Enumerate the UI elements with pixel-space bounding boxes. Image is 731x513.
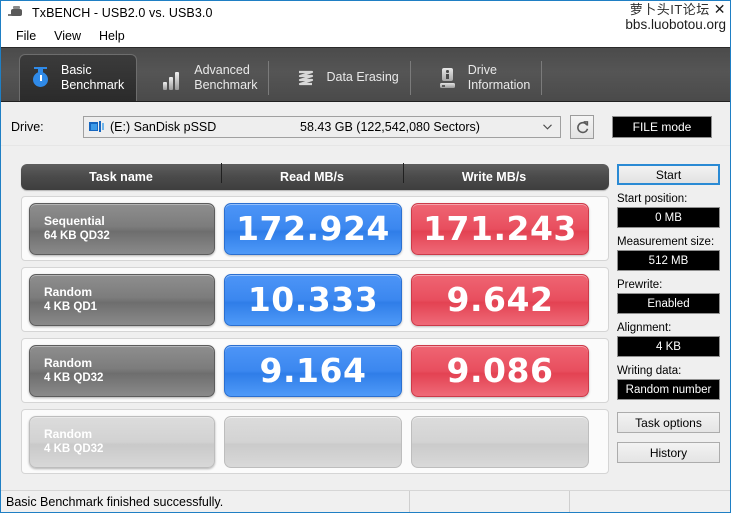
- start-position-value[interactable]: 0 MB: [617, 207, 720, 228]
- table-header-row: Task name Read MB/s Write MB/s: [21, 163, 609, 190]
- task-name-line2: 4 KB QD1: [44, 300, 98, 313]
- write-value: 9.086: [411, 344, 589, 397]
- menu-item-help[interactable]: Help: [90, 27, 134, 45]
- drive-label: Drive:: [11, 120, 44, 134]
- write-value: 171.243: [411, 202, 589, 255]
- table-row[interactable]: Random 4 KB QD1 10.333 9.642: [21, 267, 609, 332]
- window-title: TxBENCH - USB2.0 vs. USB3.0: [32, 6, 213, 20]
- tab-data-erasing[interactable]: Data Erasing: [285, 55, 411, 101]
- tab-drive-information[interactable]: Drive Information: [427, 55, 543, 101]
- options-panel: Start Start position: 0 MB Measurement s…: [617, 164, 720, 463]
- start-button[interactable]: Start: [617, 164, 720, 185]
- usb-plug-icon: [8, 5, 26, 21]
- txbench-window: TxBENCH - USB2.0 vs. USB3.0 萝卜头IT论坛 ✕ bbs…: [0, 0, 731, 513]
- read-value: 9.164: [224, 344, 402, 397]
- chevron-down-icon: [543, 124, 552, 130]
- table-row[interactable]: Random 4 KB QD32: [21, 409, 609, 474]
- task-cell[interactable]: Random 4 KB QD32: [29, 344, 215, 397]
- alignment-label: Alignment:: [617, 322, 672, 334]
- table-row[interactable]: Sequential 64 KB QD32 172.924 171.243: [21, 196, 609, 261]
- writing-data-label: Writing data:: [617, 365, 682, 377]
- write-value: 9.642: [411, 273, 589, 326]
- task-name-line2: 4 KB QD32: [44, 442, 104, 455]
- status-pane-tertiary: [570, 491, 730, 512]
- read-value: 172.924: [224, 202, 402, 255]
- status-message: Basic Benchmark finished successfully.: [1, 491, 410, 512]
- tab-basic-benchmark[interactable]: Basic Benchmark: [19, 54, 138, 101]
- bar-chart-icon: [163, 66, 185, 90]
- column-header-task-name: Task name: [89, 170, 153, 184]
- read-value: 10.333: [224, 273, 402, 326]
- drive-capacity: 58.43 GB (122,542,080 Sectors): [300, 120, 480, 134]
- task-cell[interactable]: Random 4 KB QD32: [29, 415, 215, 468]
- table-row[interactable]: Random 4 KB QD32 9.164 9.086: [21, 338, 609, 403]
- refresh-drive-button[interactable]: [570, 115, 594, 139]
- measurement-size-label: Measurement size:: [617, 236, 715, 248]
- read-value: [224, 415, 402, 468]
- task-name-line1: Sequential: [44, 213, 105, 228]
- status-bar: Basic Benchmark finished successfully.: [1, 490, 730, 512]
- drive-name: (E:) SanDisk pSSD: [110, 120, 217, 134]
- stopwatch-icon: [30, 66, 52, 90]
- tab-label-basic-benchmark: Basic Benchmark: [61, 62, 125, 92]
- write-value: [411, 415, 589, 468]
- menu-item-file[interactable]: File: [7, 27, 45, 45]
- drive-icon: [89, 120, 105, 134]
- task-name-line2: 64 KB QD32: [44, 229, 110, 242]
- task-name-line1: Random: [44, 355, 92, 370]
- task-cell[interactable]: Sequential 64 KB QD32: [29, 202, 215, 255]
- benchmark-results-table: Task name Read MB/s Write MB/s Sequentia…: [21, 163, 609, 474]
- file-mode-button[interactable]: FILE mode: [612, 116, 712, 138]
- prewrite-label: Prewrite:: [617, 279, 663, 291]
- drive-selection-row: Drive: (E:) SanDisk pSSD 58.43 GB (122,5…: [1, 109, 730, 145]
- refresh-icon: [576, 120, 588, 133]
- drive-info-icon: [437, 66, 459, 90]
- task-options-button[interactable]: Task options: [617, 412, 720, 433]
- tab-label-advanced-benchmark: Advanced Benchmark: [194, 62, 258, 92]
- writing-data-value[interactable]: Random number: [617, 379, 720, 400]
- drive-select[interactable]: (E:) SanDisk pSSD 58.43 GB (122,542,080 …: [83, 116, 561, 138]
- tab-label-data-erasing: Data Erasing: [326, 70, 399, 85]
- alignment-value[interactable]: 4 KB: [617, 336, 720, 357]
- prewrite-value[interactable]: Enabled: [617, 293, 720, 314]
- menu-bar: File View Help: [1, 25, 730, 47]
- shred-icon: [295, 66, 317, 90]
- task-cell[interactable]: Random 4 KB QD1: [29, 273, 215, 326]
- title-bar: TxBENCH - USB2.0 vs. USB3.0: [1, 1, 730, 25]
- tab-bar: Basic Benchmark Advanced Benchmark Data …: [1, 47, 730, 102]
- content-divider: [1, 145, 730, 146]
- tab-label-drive-information: Drive Information: [467, 62, 531, 92]
- task-name-line2: 4 KB QD32: [44, 371, 104, 384]
- measurement-size-value[interactable]: 512 MB: [617, 250, 720, 271]
- task-name-line1: Random: [44, 284, 92, 299]
- status-pane-secondary: [410, 491, 570, 512]
- column-header-write: Write MB/s: [403, 163, 585, 184]
- start-position-label: Start position:: [617, 193, 688, 205]
- task-name-line1: Random: [44, 426, 92, 441]
- history-button[interactable]: History: [617, 442, 720, 463]
- menu-item-view[interactable]: View: [45, 27, 90, 45]
- column-header-read: Read MB/s: [221, 163, 403, 184]
- tab-advanced-benchmark[interactable]: Advanced Benchmark: [153, 55, 270, 101]
